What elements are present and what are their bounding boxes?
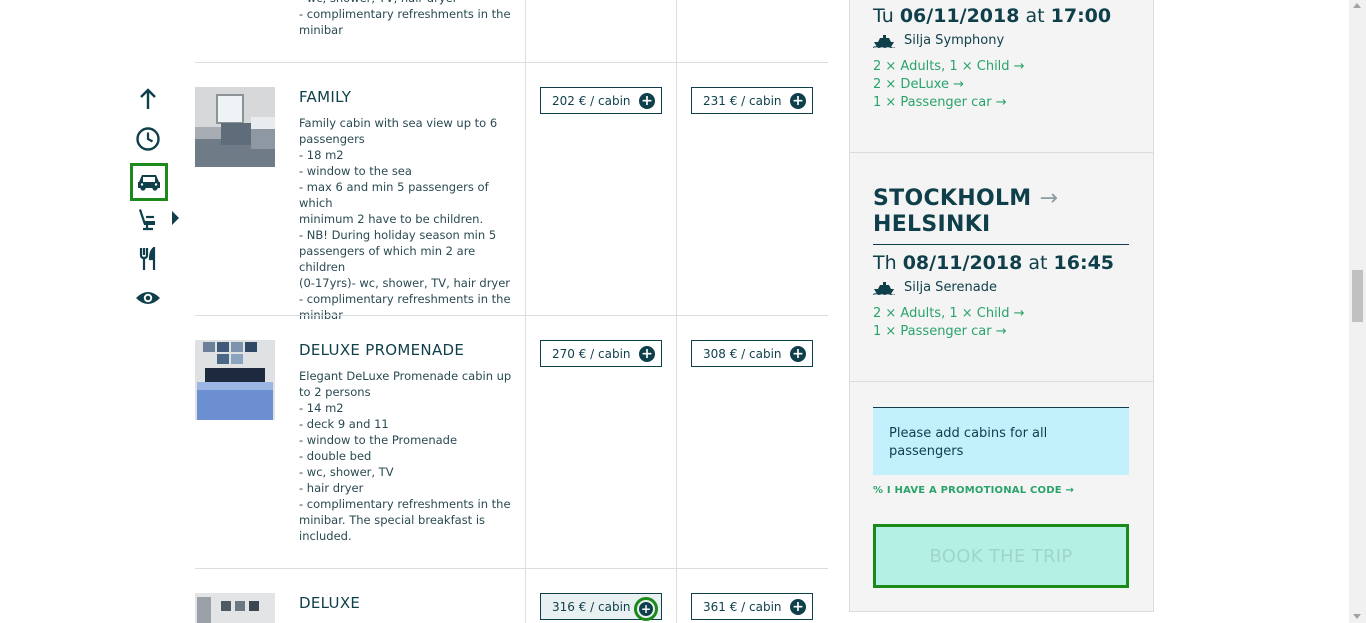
ship-icon bbox=[873, 34, 895, 48]
return-departure: Th 08/11/2018 at 16:45 bbox=[873, 252, 1115, 274]
car-icon[interactable] bbox=[130, 163, 168, 201]
add-cabin-price-button[interactable]: 202 € / cabin + bbox=[540, 87, 662, 114]
outbound-ship: Silja Symphony bbox=[873, 33, 1004, 48]
plus-icon: + bbox=[639, 346, 655, 362]
outbound-departure: Tu 06/11/2018 at 17:00 bbox=[873, 5, 1112, 27]
cabin-notice: Please add cabins for all passengers bbox=[873, 407, 1129, 475]
return-passengers-link[interactable]: 2 × Adults, 1 × Child → bbox=[873, 306, 1025, 321]
price-label: 308 € / cabin bbox=[703, 346, 782, 361]
nav-expand-arrow[interactable] bbox=[172, 211, 179, 225]
scroll-down-icon[interactable] bbox=[1353, 614, 1361, 619]
cabin-title: DELUXE PROMENADE bbox=[299, 341, 465, 359]
add-cabin-price-button[interactable]: 270 € / cabin + bbox=[540, 340, 662, 367]
book-trip-button[interactable]: BOOK THE TRIP bbox=[873, 524, 1129, 588]
cabin-photo-family[interactable] bbox=[195, 87, 275, 167]
add-cabin-price-button[interactable]: 316 € / cabin + bbox=[540, 593, 662, 621]
arrow-up-icon[interactable] bbox=[128, 80, 168, 118]
plus-icon: + bbox=[790, 93, 806, 109]
eye-icon[interactable] bbox=[128, 279, 168, 317]
ship-name: Silja Symphony bbox=[904, 33, 1005, 48]
fork-knife-icon[interactable] bbox=[128, 240, 168, 278]
outbound-passengers-link[interactable]: 2 × Adults, 1 × Child → bbox=[873, 59, 1025, 74]
return-vehicle-link[interactable]: 1 × Passenger car → bbox=[873, 324, 1007, 339]
price-label: 316 € / cabin bbox=[552, 599, 631, 614]
row-divider bbox=[195, 315, 828, 316]
cabin-list: - wc, shower, TV, hair dryer - complimen… bbox=[195, 0, 828, 623]
cabin-photo-deluxe-promenade[interactable] bbox=[195, 340, 275, 420]
cabin-description: Family cabin with sea view up to 6 passe… bbox=[299, 116, 511, 322]
price-label: 202 € / cabin bbox=[552, 93, 631, 108]
price-label: 361 € / cabin bbox=[703, 599, 782, 614]
column-divider bbox=[676, 0, 677, 623]
cabin-photo-deluxe[interactable] bbox=[195, 593, 275, 623]
price-label: 231 € / cabin bbox=[703, 93, 782, 108]
scroll-thumb[interactable] bbox=[1352, 270, 1363, 322]
outbound-cabins-link[interactable]: 2 × DeLuxe → bbox=[873, 77, 964, 92]
panel-divider bbox=[850, 152, 1153, 153]
cabin-title: FAMILY bbox=[299, 88, 352, 106]
price-label: 270 € / cabin bbox=[552, 346, 631, 361]
cabin-description: - wc, shower, TV, hair dryer - complimen… bbox=[299, 0, 511, 37]
page-scrollbar[interactable] bbox=[1349, 0, 1366, 623]
panel-divider bbox=[850, 381, 1153, 382]
clock-icon[interactable] bbox=[128, 120, 168, 158]
add-cabin-price-button[interactable]: 361 € / cabin + bbox=[691, 593, 813, 620]
outbound-vehicle-link[interactable]: 1 × Passenger car → bbox=[873, 95, 1007, 110]
plus-icon: + bbox=[639, 93, 655, 109]
trip-summary-panel: Tu 06/11/2018 at 17:00 Silja Symphony 2 … bbox=[849, 0, 1154, 612]
return-route: STOCKHOLM → HELSINKI bbox=[873, 186, 1129, 245]
column-divider bbox=[525, 0, 526, 623]
row-divider bbox=[195, 62, 828, 63]
cabin-title: DELUXE bbox=[299, 594, 361, 612]
return-ship: Silja Serenade bbox=[873, 280, 997, 295]
ship-icon bbox=[873, 281, 895, 295]
plus-icon: + bbox=[790, 599, 806, 615]
add-cabin-price-button[interactable]: 231 € / cabin + bbox=[691, 87, 813, 114]
row-divider bbox=[195, 568, 828, 569]
plus-icon: + bbox=[790, 346, 806, 362]
promo-code-link[interactable]: % I HAVE A PROMOTIONAL CODE → bbox=[873, 485, 1074, 496]
seat-icon[interactable] bbox=[128, 200, 168, 238]
scroll-up-icon[interactable] bbox=[1353, 3, 1361, 8]
plus-icon[interactable]: + bbox=[634, 597, 658, 621]
cabin-description: Elegant DeLuxe Promenade cabin up to 2 p… bbox=[299, 369, 512, 543]
add-cabin-price-button[interactable]: 308 € / cabin + bbox=[691, 340, 813, 367]
ship-name: Silja Serenade bbox=[904, 280, 997, 295]
